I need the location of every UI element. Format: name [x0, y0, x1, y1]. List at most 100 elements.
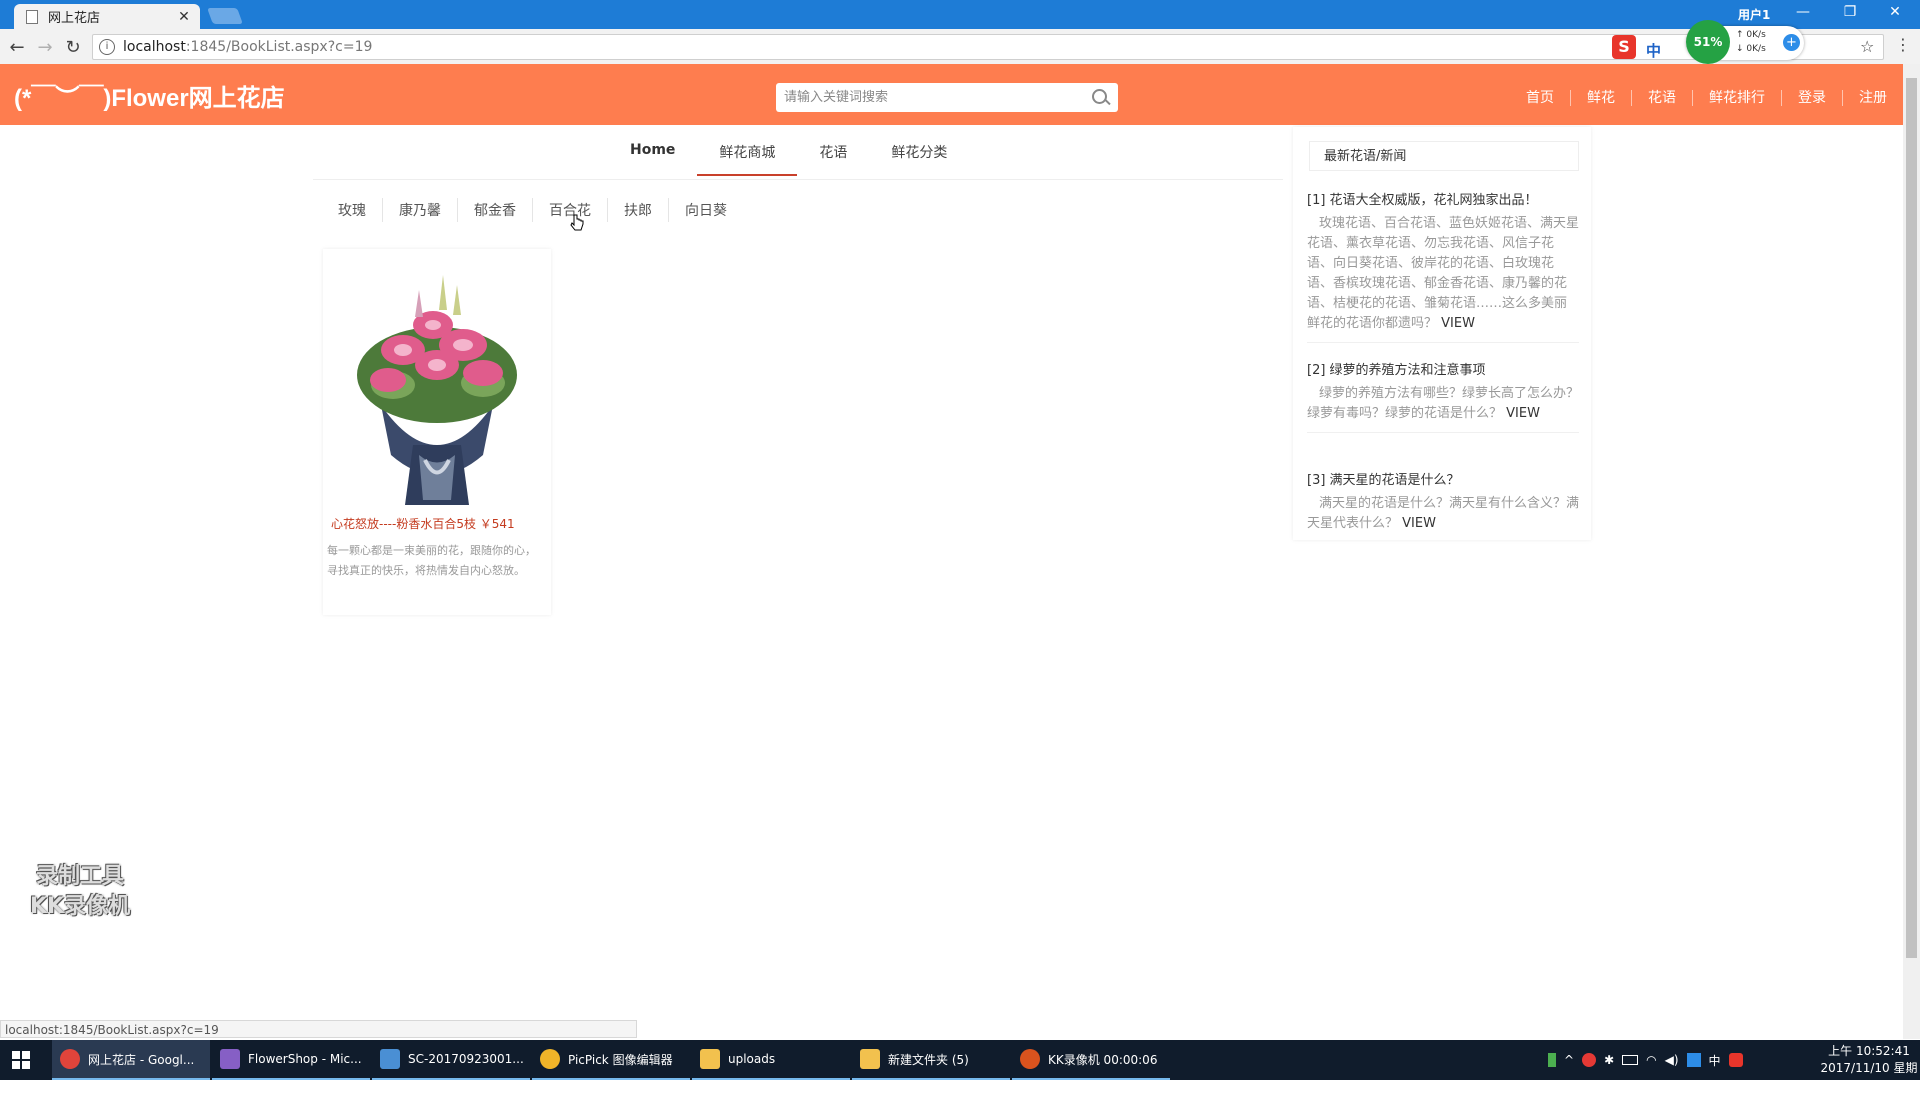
category-filter: 玫瑰 康乃馨 郁金香 百合花 扶郎 向日葵	[322, 198, 743, 222]
category-gerbera[interactable]: 扶郎	[608, 198, 669, 222]
site-header: (*￣︶￣)Flower网上花店 首页 鲜花 花语 鲜花排行 登录 注册	[0, 64, 1903, 125]
watermark-line-1: 录制工具	[36, 864, 125, 889]
category-rose[interactable]: 玫瑰	[322, 198, 383, 222]
taskbar-item-chrome[interactable]: 网上花店 - Googl...	[52, 1040, 210, 1080]
taskbar-item-label: PicPick 图像编辑器	[568, 1052, 673, 1067]
news-body: 满天星的花语是什么？满天星有什么含义？满天星代表什么？ VIEW	[1307, 496, 1580, 531]
security-icon[interactable]	[1582, 1053, 1597, 1067]
nav-flower-language[interactable]: 花语	[1631, 90, 1692, 106]
product-description: 每一颗心都是一束美丽的花，跟随你的心，寻找真正的快乐，将热情发自内心怒放。	[327, 544, 536, 577]
product-name[interactable]: 心花怒放----粉香水百合5枝 ￥541	[331, 515, 515, 532]
news-body: 绿萝的养殖方法有哪些？绿萝长高了怎么办？绿萝有毒吗？绿萝的花语是什么？ VIEW	[1307, 386, 1580, 421]
taskbar-item-label: FlowerShop - Mic...	[248, 1052, 362, 1066]
search-input[interactable]	[782, 84, 1090, 111]
power-icon[interactable]	[1622, 1055, 1639, 1065]
news-item: [1] 花语大全权威版，花礼网独家出品！ 玫瑰花语、百合花语、蓝色妖姬花语、满天…	[1307, 189, 1579, 343]
tab-flower-language[interactable]: 花语	[797, 130, 869, 176]
product-image[interactable]	[333, 255, 541, 505]
tab-flower-categories[interactable]: 鲜花分类	[869, 130, 969, 176]
sogou-ime-icon[interactable]: S	[1612, 35, 1636, 59]
bluetooth-icon[interactable]: ✱	[1604, 1053, 1614, 1067]
tab-flower-mall[interactable]: 鲜花商城	[697, 130, 798, 176]
news-view-link[interactable]: VIEW	[1402, 516, 1436, 531]
main-tabs: Home 鲜花商城 花语 鲜花分类	[608, 130, 969, 176]
remote-desktop-icon	[380, 1049, 400, 1069]
tray-expand-icon[interactable]: ^	[1564, 1053, 1574, 1067]
tray-ime-indicator[interactable]: 中	[1709, 1052, 1721, 1069]
watermark-line-2: KK录像机	[30, 894, 131, 919]
minimize-icon[interactable]: —	[1788, 4, 1818, 20]
nav-login[interactable]: 登录	[1781, 90, 1842, 106]
taskbar-item-kk-recorder[interactable]: KK录像机 00:00:06	[1012, 1040, 1170, 1080]
news-divider	[1307, 432, 1579, 433]
clock-time: 上午 10:52:41	[1828, 1044, 1910, 1058]
restore-icon[interactable]: ❐	[1835, 4, 1865, 20]
category-carnation[interactable]: 康乃馨	[383, 198, 458, 222]
kk-recorder-icon	[1020, 1049, 1040, 1069]
back-arrow-icon[interactable]: ←	[6, 37, 28, 58]
speed-boost-icon[interactable]: +	[1783, 34, 1800, 51]
download-speed: ↓ 0K/s	[1736, 44, 1766, 54]
taskbar-item-new-folder[interactable]: 新建文件夹 (5)	[852, 1040, 1010, 1080]
tab-close-icon[interactable]: ✕	[176, 9, 192, 25]
nav-home[interactable]: 首页	[1510, 90, 1570, 106]
network-icon[interactable]	[1686, 1053, 1701, 1067]
nav-register[interactable]: 注册	[1842, 90, 1903, 106]
new-tab-button[interactable]	[207, 8, 243, 24]
close-window-icon[interactable]: ✕	[1880, 4, 1910, 20]
news-title[interactable]: [3] 满天星的花语是什么？	[1307, 469, 1579, 488]
network-speed-widget[interactable]: 51% ↑ 0K/s ↓ 0K/s +	[1686, 20, 1804, 64]
windows-taskbar: 网上花店 - Googl... FlowerShop - Mic... SC-2…	[0, 1040, 1920, 1092]
search-icon[interactable]	[1090, 87, 1112, 109]
site-logo[interactable]: (*￣︶￣)Flower网上花店	[14, 78, 285, 113]
news-title[interactable]: [1] 花语大全权威版，花礼网独家出品！	[1307, 189, 1579, 208]
browser-tab-active[interactable]: 网上花店 ✕	[14, 4, 200, 29]
forward-arrow-icon[interactable]: →	[34, 37, 56, 58]
news-item: [2] 绿萝的养殖方法和注意事项 绿萝的养殖方法有哪些？绿萝长高了怎么办？绿萝有…	[1307, 359, 1579, 433]
visual-studio-icon	[220, 1049, 240, 1069]
browser-titlebar: 网上花店 ✕ 用户1 — ❐ ✕	[0, 0, 1920, 29]
system-tray: ^ ✱ ◠ ◀) 中	[1548, 1040, 1743, 1080]
folder-icon	[700, 1049, 720, 1069]
mouse-cursor-icon	[570, 214, 584, 231]
windows-start-icon[interactable]	[12, 1051, 30, 1069]
window-user-label[interactable]: 用户1	[1738, 6, 1770, 23]
news-item: [3] 满天星的花语是什么？ 满天星的花语是什么？满天星有什么含义？满天星代表什…	[1307, 469, 1579, 534]
nav-flowers[interactable]: 鲜花	[1570, 90, 1631, 106]
page-scrollbar[interactable]	[1903, 64, 1920, 1039]
ime-chinese-indicator[interactable]: 中	[1646, 40, 1661, 61]
reload-icon[interactable]: ↻	[62, 37, 84, 58]
taskbar-item-uploads[interactable]: uploads	[692, 1040, 850, 1080]
taskbar-item-label: 网上花店 - Googl...	[88, 1052, 195, 1067]
clock-date: 2017/11/10 星期五	[1820, 1061, 1918, 1092]
nav-ranking[interactable]: 鲜花排行	[1692, 90, 1781, 106]
news-view-link[interactable]: VIEW	[1441, 316, 1475, 331]
category-tulip[interactable]: 郁金香	[458, 198, 533, 222]
upload-speed: ↑ 0K/s	[1736, 30, 1766, 40]
recorder-watermark: 录制工具 KK录像机	[30, 862, 130, 922]
taskbar-clock[interactable]: 上午 10:52:41 2017/11/10 星期五	[1818, 1043, 1920, 1094]
site-info-icon[interactable]: i	[99, 39, 115, 55]
chrome-icon	[60, 1049, 80, 1069]
bookmark-star-icon[interactable]: ☆	[1860, 37, 1874, 56]
news-divider	[1307, 342, 1579, 343]
taskbar-item-remote-desktop[interactable]: SC-20170923001...	[372, 1040, 530, 1080]
wifi-icon[interactable]: ◠	[1646, 1053, 1656, 1067]
page-favicon-icon	[26, 9, 38, 24]
sogou-tray-icon[interactable]	[1728, 1053, 1743, 1067]
scrollbar-thumb[interactable]	[1906, 78, 1917, 958]
volume-icon[interactable]: ◀)	[1665, 1053, 1679, 1067]
taskbar-item-picpick[interactable]: PicPick 图像编辑器	[532, 1040, 690, 1080]
taskbar-item-label: uploads	[728, 1052, 776, 1066]
taskbar-item-label: KK录像机 00:00:06	[1048, 1052, 1158, 1067]
battery-icon[interactable]	[1548, 1053, 1556, 1067]
speed-percent: 51%	[1686, 20, 1730, 64]
news-title[interactable]: [2] 绿萝的养殖方法和注意事项	[1307, 359, 1579, 378]
tab-home[interactable]: Home	[608, 130, 697, 176]
browser-menu-icon[interactable]: ⋮	[1895, 35, 1911, 54]
category-sunflower[interactable]: 向日葵	[669, 198, 743, 222]
product-card[interactable]: 心花怒放----粉香水百合5枝 ￥541 每一颗心都是一束美丽的花，跟随你的心，…	[323, 249, 551, 615]
taskbar-item-visual-studio[interactable]: FlowerShop - Mic...	[212, 1040, 370, 1080]
news-view-link[interactable]: VIEW	[1506, 406, 1540, 421]
tabs-divider	[313, 179, 1283, 180]
